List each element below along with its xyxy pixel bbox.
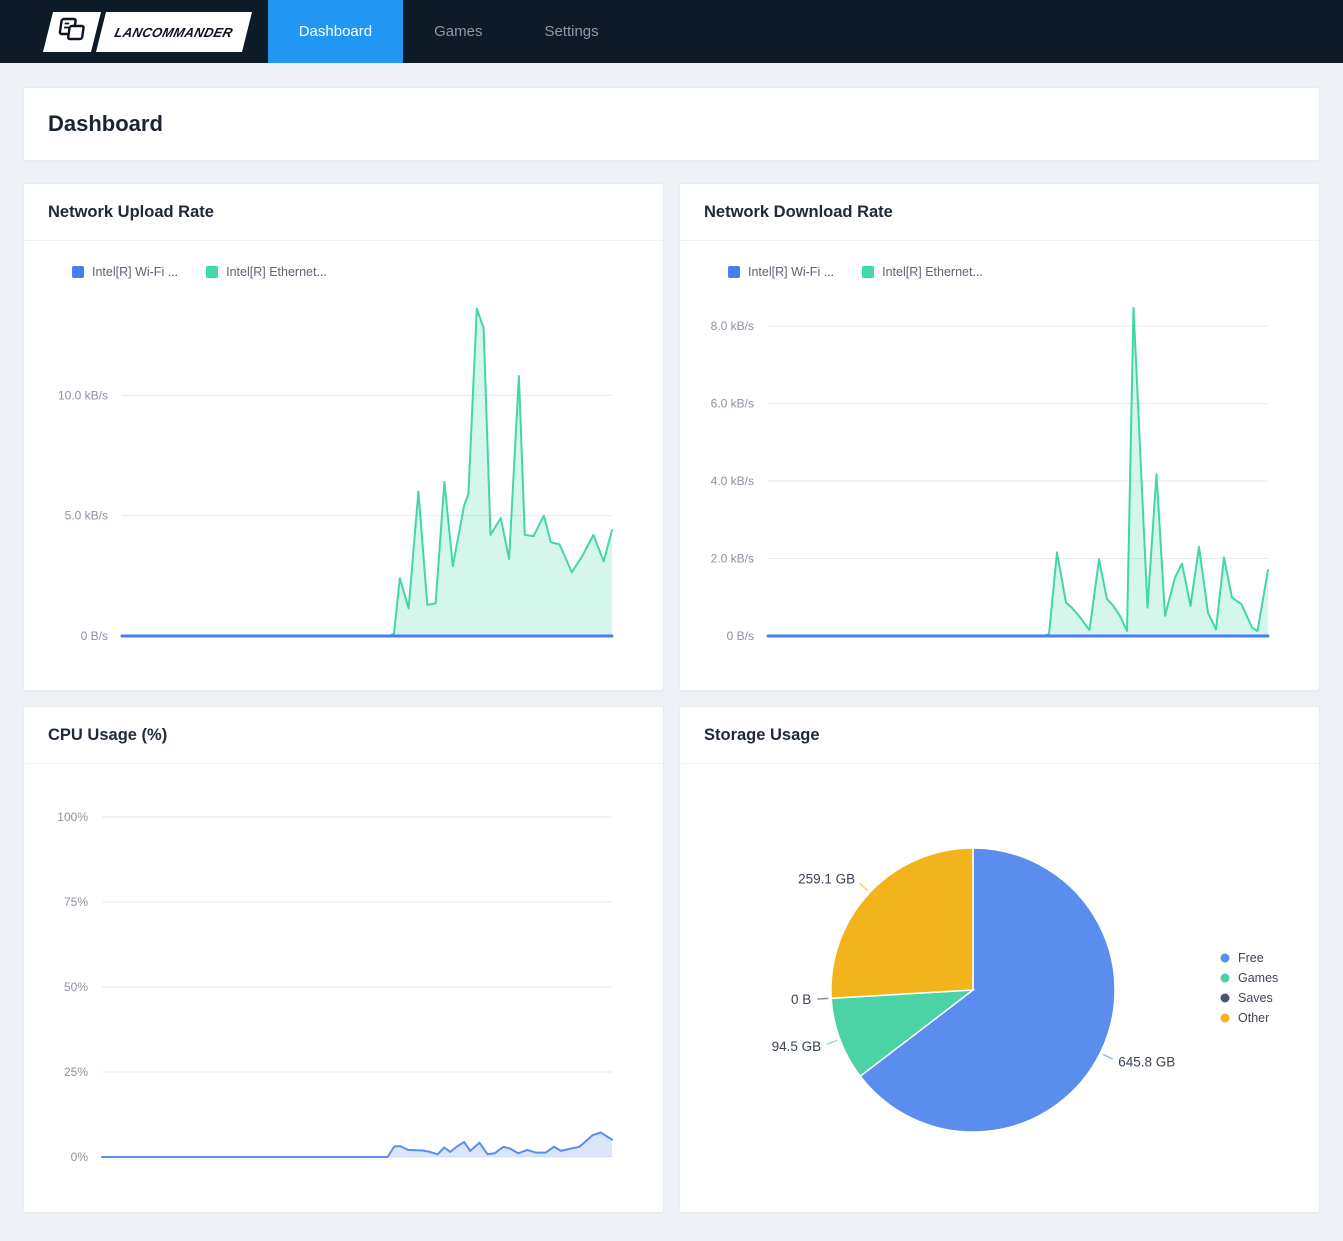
series-line [102,1133,612,1158]
logo-text-plate: LANCOMMANDER [96,12,252,52]
panel-storage-usage: Storage Usage 645.8 GB94.5 GB0 B259.1 GB… [680,707,1319,1212]
y-tick-label: 10.0 kB/s [58,388,108,402]
brand-logo[interactable]: LANCOMMANDER [48,0,247,63]
logo-icon-plate [43,12,101,52]
pie-label-line [827,1040,837,1044]
tab-dashboard[interactable]: Dashboard [268,0,403,63]
pie-legend-dot[interactable] [1221,974,1230,983]
series-area [122,309,612,636]
y-tick-label: 0% [71,1150,89,1164]
pie-value-label: 645.8 GB [1118,1054,1175,1069]
page-title-card: Dashboard [24,88,1319,160]
y-tick-label: 100% [57,810,88,824]
lancommander-monitors-icon [55,15,90,48]
main-nav: Dashboard Games Settings [268,0,630,63]
y-tick-label: 2.0 kB/s [711,552,754,566]
panel-network-upload: Network Upload Rate Intel[R] Wi-Fi ... I… [24,184,663,690]
y-tick-label: 25% [64,1065,88,1079]
pie-legend-dot[interactable] [1221,954,1230,963]
brand-name: LANCOMMANDER [113,24,234,39]
y-tick-label: 5.0 kB/s [65,509,108,523]
pie-label-line [817,998,828,999]
panel-network-download: Network Download Rate Intel[R] Wi-Fi ...… [680,184,1319,690]
y-tick-label: 4.0 kB/s [711,474,754,488]
pie-value-label: 259.1 GB [798,871,855,886]
cpu-chart: 100% 75% 50% 25% 0% [24,707,663,1212]
upload-chart: 10.0 kB/s 5.0 kB/s 0 B/s [24,184,663,690]
panel-cpu-usage: CPU Usage (%) 100%75%50%25%0% [24,707,663,1212]
y-tick-label: 0 B/s [727,629,754,643]
y-tick-label: 75% [64,895,88,909]
pie-label-line [860,883,868,891]
y-tick-label: 50% [64,980,88,994]
page-title: Dashboard [24,111,163,137]
series-line [768,308,1268,636]
pie-legend-dot[interactable] [1221,1014,1230,1023]
pie-legend-label: Saves [1238,991,1273,1005]
pie-legend-label: Games [1238,971,1278,985]
pie-legend-label: Other [1238,1011,1269,1025]
y-tick-label: 8.0 kB/s [711,319,754,333]
pie-legend-dot[interactable] [1221,994,1230,1003]
tab-games[interactable]: Games [403,0,513,63]
y-tick-label: 6.0 kB/s [711,397,754,411]
download-chart: 8.0 kB/s 6.0 kB/s 4.0 kB/s 2.0 kB/s 0 B/s [680,184,1319,690]
pie-value-label: 0 B [791,992,811,1007]
pie-label-line [1103,1054,1113,1059]
storage-pie-chart: 645.8 GB 94.5 GB 0 B 259.1 GB Free Games Saves… [680,707,1319,1212]
pie-value-label: 94.5 GB [772,1039,822,1054]
pie-legend-label: Free [1238,951,1264,965]
logo-plates: LANCOMMANDER [43,12,252,52]
tab-settings[interactable]: Settings [513,0,629,63]
y-tick-label: 0 B/s [81,629,108,643]
app-header: LANCOMMANDER Dashboard Games Settings [0,0,1343,63]
